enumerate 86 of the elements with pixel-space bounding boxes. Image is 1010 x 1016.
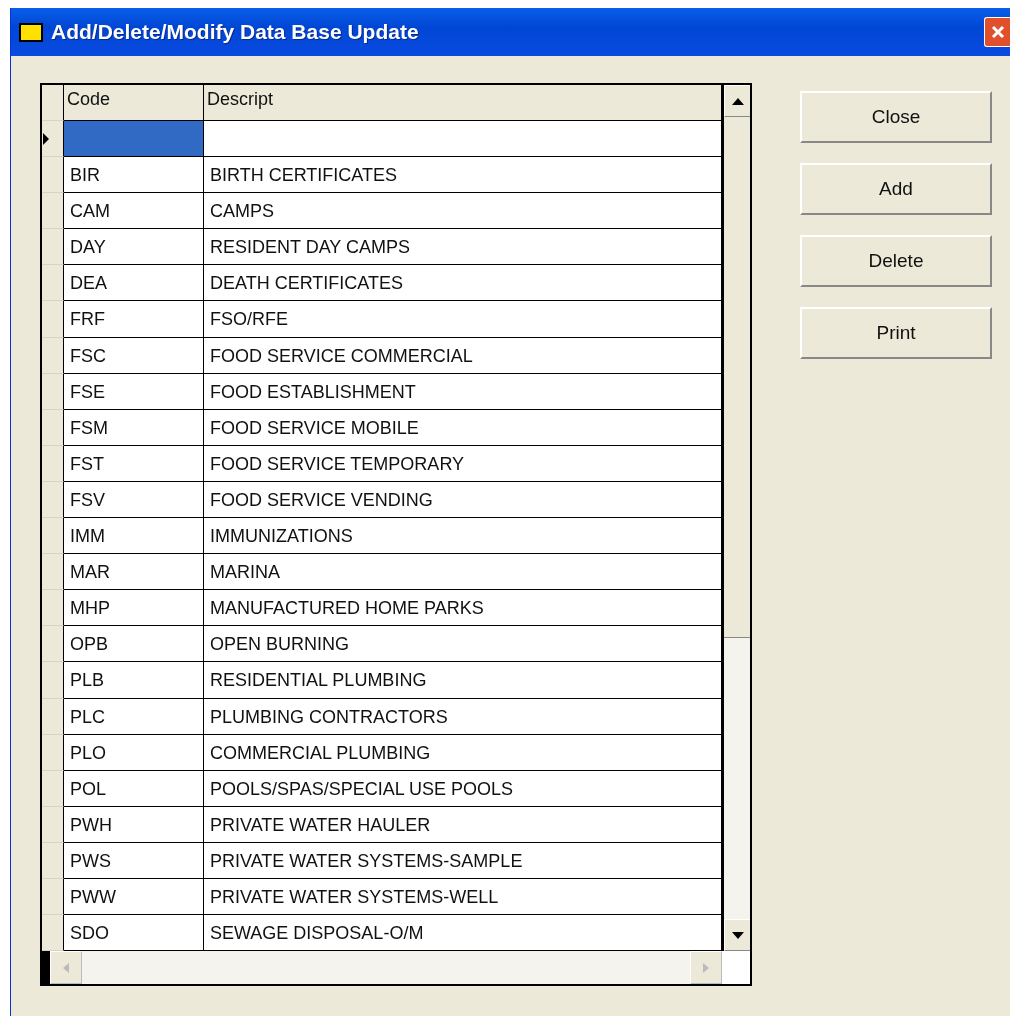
action-button[interactable]: Close xyxy=(800,91,992,143)
row-selector[interactable] xyxy=(42,626,64,663)
row-selector[interactable] xyxy=(42,554,64,591)
table-cell: MHP xyxy=(64,590,204,627)
table-cell: PRIVATE WATER HAULER xyxy=(204,806,722,843)
row-selector[interactable] xyxy=(42,229,64,266)
table-cell: PRIVATE WATER SYSTEMS-WELL xyxy=(204,878,722,916)
table-cell: IMMUNIZATIONS xyxy=(204,518,722,555)
table-cell: FOOD SERVICE MOBILE xyxy=(204,409,722,446)
table-cell: PLUMBING CONTRACTORS xyxy=(204,698,722,735)
table-cell: CAM xyxy=(64,193,204,230)
table-cell: PWH xyxy=(64,806,204,843)
table-cell: BIR xyxy=(64,157,204,194)
table-cell: SDO xyxy=(64,915,204,951)
action-button[interactable]: Add xyxy=(800,163,992,215)
table-cell: OPEN BURNING xyxy=(204,626,722,663)
scrollbar-corner xyxy=(722,951,750,984)
table-cell: MAR xyxy=(64,554,204,591)
column-header[interactable]: Descript xyxy=(204,85,722,121)
table-cell: FOOD SERVICE TEMPORARY xyxy=(204,445,722,482)
row-selector[interactable] xyxy=(42,121,64,158)
table-cell: IMM xyxy=(64,518,204,555)
window-title: Add/Delete/Modify Data Base Update xyxy=(51,20,420,44)
table-cell: RESIDENT DAY CAMPS xyxy=(204,229,722,266)
table-cell: DEATH CERTIFICATES xyxy=(204,265,722,302)
row-selector[interactable] xyxy=(42,842,64,879)
table-cell: PLC xyxy=(64,698,204,735)
action-button[interactable]: Delete xyxy=(800,235,992,287)
row-selector[interactable] xyxy=(42,481,64,519)
scroll-up-button[interactable] xyxy=(724,85,750,117)
table-cell: PLO xyxy=(64,734,204,771)
row-selector[interactable] xyxy=(42,915,64,951)
row-selector[interactable] xyxy=(42,806,64,843)
right-arrow-icon xyxy=(703,962,709,973)
scroll-thumb[interactable] xyxy=(724,117,750,638)
row-selector[interactable] xyxy=(42,301,64,338)
table-cell: PRIVATE WATER SYSTEMS-SAMPLE xyxy=(204,842,722,879)
row-selector[interactable] xyxy=(42,409,64,446)
row-selector[interactable] xyxy=(42,734,64,771)
row-selector[interactable] xyxy=(42,337,64,374)
row-selector[interactable] xyxy=(42,157,64,194)
table-cell: FOOD SERVICE VENDING xyxy=(204,481,722,519)
table-cell: PLB xyxy=(64,662,204,699)
table-cell: COMMERCIAL PLUMBING xyxy=(204,734,722,771)
column-header[interactable]: Code xyxy=(64,85,204,121)
table-cell: POOLS/SPAS/SPECIAL USE POOLS xyxy=(204,770,722,807)
table-cell: DAY xyxy=(64,229,204,266)
table-cell: FOOD ESTABLISHMENT xyxy=(204,373,722,410)
row-selector[interactable] xyxy=(42,698,64,735)
table-cell: FSM xyxy=(64,409,204,446)
scroll-down-button[interactable] xyxy=(724,919,750,951)
up-arrow-icon xyxy=(732,97,744,105)
table-cell: FSV xyxy=(64,481,204,519)
table-cell: RESIDENTIAL PLUMBING xyxy=(204,662,722,699)
table-cell: POL xyxy=(64,770,204,807)
table-cell: DEA xyxy=(64,265,204,302)
action-button[interactable]: Print xyxy=(800,307,992,359)
table-cell: PWW xyxy=(64,878,204,916)
row-selector[interactable] xyxy=(42,265,64,302)
table-cell: OPB xyxy=(64,626,204,663)
table-cell: FRF xyxy=(64,301,204,338)
row-selector[interactable] xyxy=(42,662,64,699)
row-selector[interactable] xyxy=(42,878,64,916)
vertical-scrollbar[interactable] xyxy=(722,85,750,951)
row-selector[interactable] xyxy=(42,193,64,230)
table-cell: FST xyxy=(64,445,204,482)
table-cell: FSC xyxy=(64,337,204,374)
table-cell: BIRTH CERTIFICATES xyxy=(204,157,722,194)
row-selector[interactable] xyxy=(42,518,64,555)
table-cell: FSE xyxy=(64,373,204,410)
row-selector[interactable] xyxy=(42,373,64,410)
table-cell: MANUFACTURED HOME PARKS xyxy=(204,590,722,627)
table-cell: CAMPS xyxy=(204,193,722,230)
table-cell: PWS xyxy=(64,842,204,879)
table-cell: FOOD SERVICE COMMERCIAL xyxy=(204,337,722,374)
row-selector[interactable] xyxy=(42,770,64,807)
row-selector[interactable] xyxy=(42,590,64,627)
table-cell: SEWAGE DISPOSAL-O/M xyxy=(204,915,722,951)
close-button[interactable] xyxy=(984,17,1010,47)
table-cell: MARINA xyxy=(204,554,722,591)
left-arrow-icon xyxy=(63,962,69,973)
down-arrow-icon xyxy=(732,931,744,939)
close-icon xyxy=(989,24,1006,40)
table-cell: FSO/RFE xyxy=(204,301,722,338)
row-selector[interactable] xyxy=(42,445,64,482)
folder-icon xyxy=(19,22,43,42)
